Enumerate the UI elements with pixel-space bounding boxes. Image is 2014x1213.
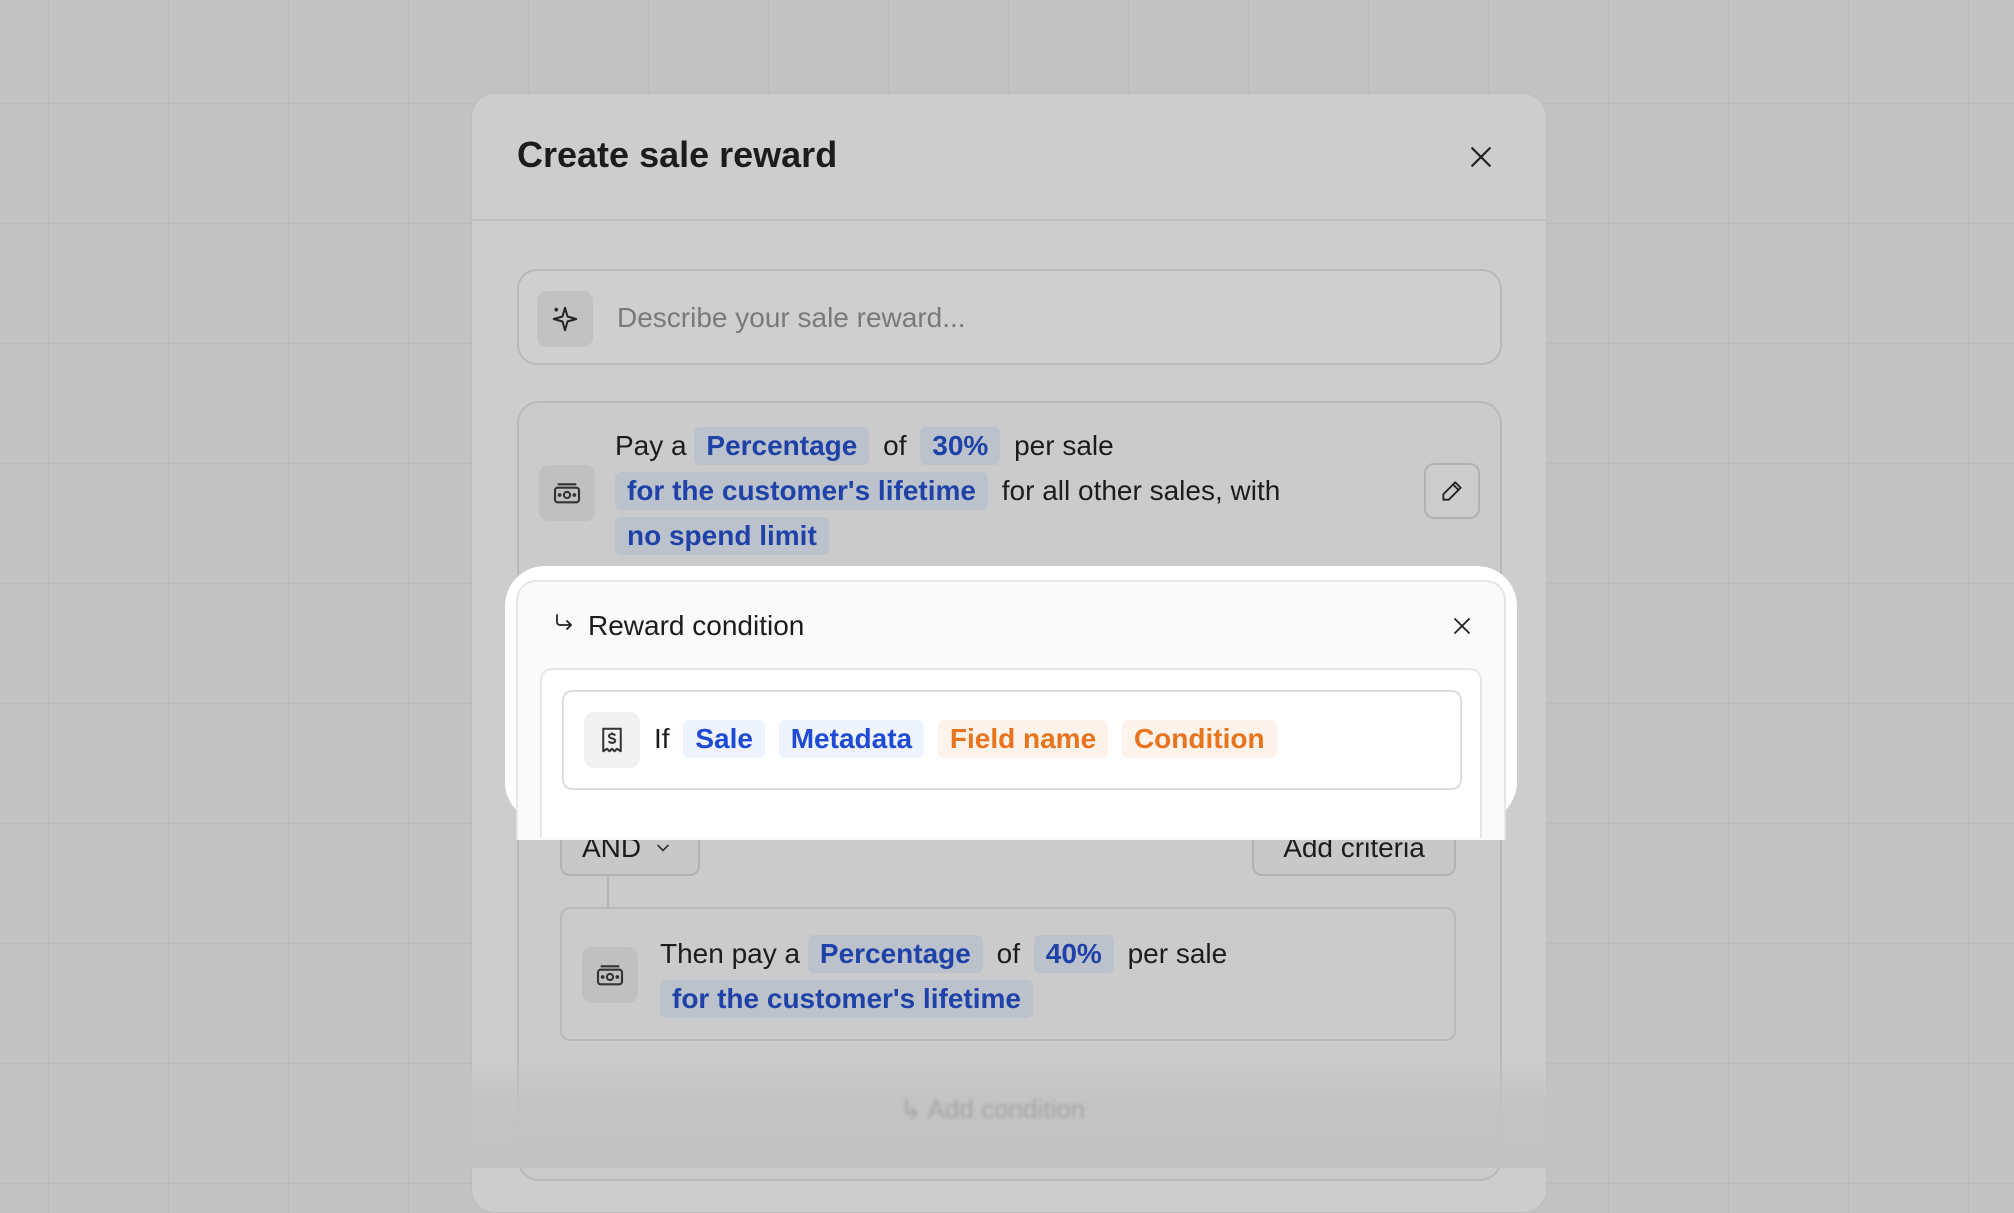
money-icon	[582, 947, 638, 1003]
return-arrow-icon	[552, 610, 576, 642]
modal-title: Create sale reward	[517, 134, 838, 175]
reward-description-input[interactable]	[615, 289, 1479, 347]
condition-entity-pill[interactable]: Sale	[683, 720, 765, 758]
close-icon	[1471, 147, 1491, 167]
reward-duration-pill[interactable]: for the customer's lifetime	[615, 472, 988, 510]
close-modal-button[interactable]	[1456, 132, 1506, 182]
reward-condition-panel: Reward condition If Sale Metadata Field …	[516, 580, 1506, 840]
reward-text-per-sale: per sale	[1014, 430, 1114, 461]
sparkle-icon	[537, 291, 593, 347]
then-reward-card: Then pay a Percentage of 40% per sale fo…	[560, 907, 1456, 1041]
reward-limit-pill[interactable]: no spend limit	[615, 517, 829, 555]
remove-condition-button[interactable]	[1440, 604, 1484, 648]
edit-reward-button[interactable]	[1424, 463, 1480, 519]
then-text-of: of	[996, 938, 1020, 969]
receipt-dollar-icon	[584, 712, 640, 768]
reward-text-of: of	[883, 430, 907, 461]
reward-condition-title: Reward condition	[588, 610, 805, 641]
condition-criteria-row: If Sale Metadata Field name Condition	[562, 690, 1462, 790]
condition-criteria-container: If Sale Metadata Field name Condition	[540, 668, 1482, 838]
modal-header: Create sale reward	[472, 94, 1546, 221]
reward-text-pay: Pay a	[615, 430, 687, 461]
condition-attribute-pill[interactable]: Metadata	[778, 720, 925, 758]
condition-if-label: If	[654, 723, 670, 754]
add-condition-label: Add condition	[927, 1094, 1086, 1124]
then-amount-pill[interactable]: 40%	[1033, 935, 1114, 973]
connector-line	[607, 874, 609, 908]
money-icon	[539, 465, 595, 521]
condition-field-pill[interactable]: Field name	[937, 720, 1109, 758]
reward-text-scope: for all other sales, with	[1001, 475, 1281, 506]
condition-operator-pill[interactable]: Condition	[1121, 720, 1277, 758]
then-type-pill[interactable]: Percentage	[807, 935, 983, 973]
then-summary: Then pay a Percentage of 40% per sale fo…	[660, 931, 1420, 1021]
pencil-icon	[1442, 481, 1462, 501]
condition-sentence: If Sale Metadata Field name Condition	[654, 720, 1277, 758]
reward-type-pill[interactable]: Percentage	[694, 427, 870, 465]
then-text-pay: Then pay a	[660, 938, 801, 969]
then-duration-pill[interactable]: for the customer's lifetime	[660, 980, 1033, 1018]
ai-prompt-box	[517, 269, 1502, 365]
reward-condition-header: Reward condition	[552, 610, 804, 642]
add-condition-button[interactable]: ↳ Add condition	[900, 1094, 1085, 1125]
reward-amount-pill[interactable]: 30%	[920, 427, 1001, 465]
reward-summary: Pay a Percentage of 30% per sale for the…	[615, 423, 1435, 558]
chevron-down-icon	[657, 844, 669, 852]
close-icon	[1454, 618, 1470, 634]
then-text-per-sale: per sale	[1127, 938, 1228, 969]
